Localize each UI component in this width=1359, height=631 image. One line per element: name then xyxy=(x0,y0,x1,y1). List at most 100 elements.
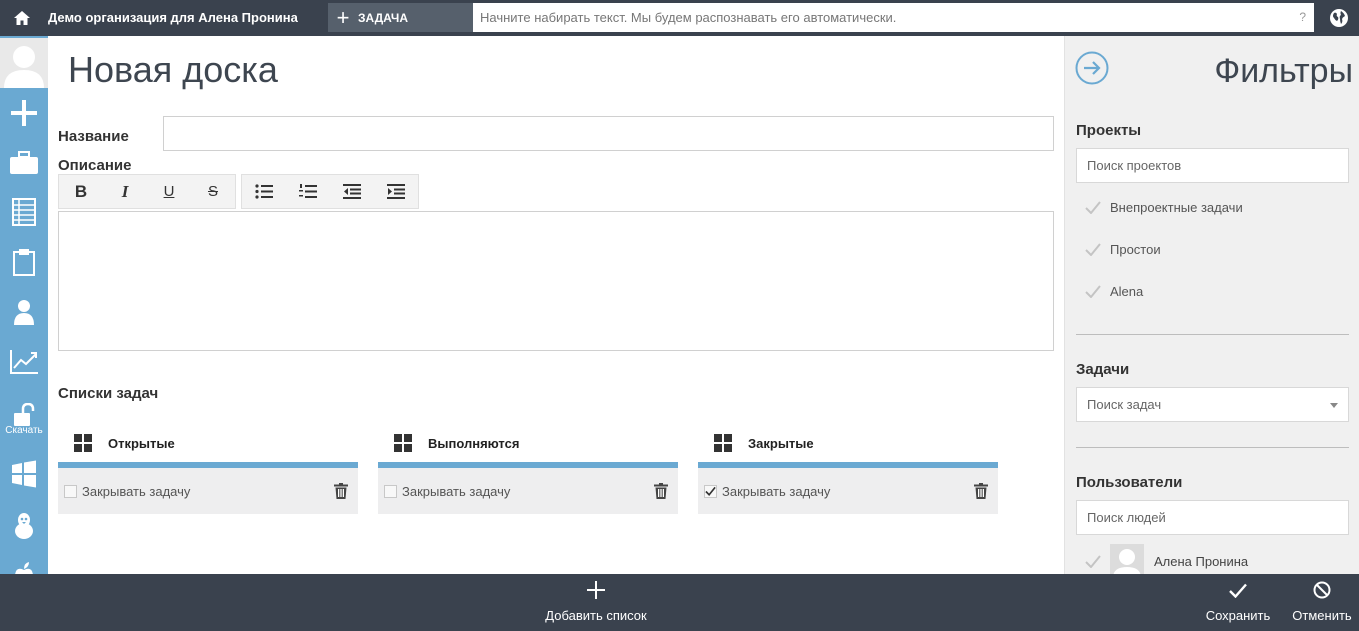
search-input[interactable] xyxy=(473,3,1314,32)
task-search-placeholder: Поиск задач xyxy=(1087,397,1162,412)
list-title[interactable]: Закрытые xyxy=(748,436,814,451)
cancel-icon xyxy=(1313,574,1331,606)
outdent-button[interactable] xyxy=(330,175,374,208)
list-options: Закрывать задачу xyxy=(698,468,998,514)
check-icon xyxy=(1085,242,1101,256)
chart-icon xyxy=(10,350,38,374)
project-filter-label: Внепроектные задачи xyxy=(1110,199,1243,215)
left-sidebar: Скачать xyxy=(0,36,48,574)
description-editor[interactable] xyxy=(58,211,1054,351)
task-search-select[interactable]: Поиск задач xyxy=(1076,387,1349,422)
project-search-input[interactable] xyxy=(1076,148,1349,183)
add-list-label: Добавить список xyxy=(545,608,647,623)
avatar xyxy=(1110,544,1144,574)
organization-title[interactable]: Демо организация для Алена Пронина xyxy=(48,0,298,36)
new-task-button[interactable]: + ЗАДАЧА xyxy=(328,3,473,32)
user-avatar[interactable] xyxy=(0,38,48,88)
user-filter-item[interactable]: Алена Пронина xyxy=(1085,544,1248,574)
checkmark-icon xyxy=(1229,574,1247,606)
person-icon xyxy=(14,300,34,325)
strikethrough-button[interactable]: S xyxy=(191,175,235,208)
project-filter-item[interactable]: Простои xyxy=(1085,239,1161,259)
description-label: Описание xyxy=(58,157,132,174)
tasks-label: Задачи xyxy=(1076,361,1130,378)
list-header[interactable]: Открытые xyxy=(58,424,358,462)
project-filter-item[interactable]: Alena xyxy=(1085,281,1143,301)
divider xyxy=(1076,447,1349,448)
filters-title: Фильтры xyxy=(1214,52,1353,90)
project-filter-item[interactable]: Внепроектные задачи xyxy=(1085,197,1243,217)
page-title: Новая доска xyxy=(68,49,278,90)
windows-icon xyxy=(12,460,36,488)
drag-grid-icon[interactable] xyxy=(58,434,108,452)
indent-button[interactable] xyxy=(374,175,418,208)
close-task-checkbox-checked[interactable] xyxy=(704,484,717,498)
numbered-list-icon xyxy=(299,184,317,198)
name-field[interactable] xyxy=(163,116,1054,151)
close-task-label[interactable]: Закрывать задачу xyxy=(722,484,830,499)
list-title[interactable]: Выполняются xyxy=(428,436,519,451)
list-header[interactable]: Закрытые xyxy=(698,424,998,462)
outdent-icon xyxy=(343,184,361,199)
search-box: ? xyxy=(473,3,1314,32)
sidebar-item-download[interactable]: Скачать xyxy=(0,394,48,444)
drag-grid-icon[interactable] xyxy=(698,434,748,452)
indent-icon xyxy=(387,184,405,199)
drag-grid-icon[interactable] xyxy=(378,434,428,452)
add-list-button[interactable]: Добавить список xyxy=(536,574,656,631)
italic-button[interactable]: I xyxy=(103,175,147,208)
sidebar-item-projects[interactable] xyxy=(0,143,48,183)
close-task-label[interactable]: Закрывать задачу xyxy=(82,484,190,499)
plus-icon: + xyxy=(336,5,350,30)
sidebar-item-apple[interactable] xyxy=(0,554,48,574)
trash-icon[interactable] xyxy=(654,483,668,499)
sidebar-item-add[interactable] xyxy=(0,93,48,133)
linux-icon xyxy=(15,513,33,539)
globe-icon[interactable] xyxy=(1327,6,1351,30)
search-help-icon[interactable]: ? xyxy=(1299,3,1306,32)
people-search-input[interactable] xyxy=(1076,500,1349,535)
project-filter-label: Alena xyxy=(1110,283,1144,299)
save-label: Сохранить xyxy=(1205,608,1271,623)
download-caption: Скачать xyxy=(5,424,43,436)
new-task-label: ЗАДАЧА xyxy=(358,10,409,25)
top-bar: Демо организация для Алена Пронина + ЗАД… xyxy=(0,0,1359,36)
sidebar-item-users[interactable] xyxy=(0,292,48,332)
sidebar-item-sheets[interactable] xyxy=(0,192,48,232)
trash-icon[interactable] xyxy=(334,483,348,499)
bullet-list-button[interactable] xyxy=(242,175,286,208)
filters-panel: Фильтры Проекты Внепроектные задачи Прос… xyxy=(1064,36,1359,574)
project-filter-label: Простои xyxy=(1110,241,1161,257)
list-header[interactable]: Выполняются xyxy=(378,424,678,462)
apple-icon xyxy=(15,562,33,574)
plus-icon xyxy=(11,100,37,126)
clipboard-icon xyxy=(13,249,35,276)
divider xyxy=(1076,334,1349,335)
check-icon xyxy=(1085,284,1101,298)
task-lists-label: Списки задач xyxy=(58,385,159,402)
sidebar-item-reports[interactable] xyxy=(0,342,48,382)
close-task-label[interactable]: Закрывать задачу xyxy=(402,484,510,499)
sidebar-item-tasks[interactable] xyxy=(0,242,48,282)
check-icon xyxy=(1085,200,1101,214)
numbered-list-button[interactable] xyxy=(286,175,330,208)
save-button[interactable]: Сохранить xyxy=(1198,574,1278,631)
bullet-list-icon xyxy=(255,184,273,199)
underline-button[interactable]: U xyxy=(147,175,191,208)
task-list: Открытые Закрывать задачу xyxy=(58,424,358,514)
sidebar-item-linux[interactable] xyxy=(0,506,48,546)
cancel-button[interactable]: Отменить xyxy=(1284,574,1359,631)
list-options: Закрывать задачу xyxy=(378,468,678,514)
close-task-checkbox[interactable] xyxy=(384,484,397,498)
cancel-label: Отменить xyxy=(1292,608,1352,623)
briefcase-icon xyxy=(10,151,38,174)
task-list: Выполняются Закрывать задачу xyxy=(378,424,678,514)
home-icon[interactable] xyxy=(8,6,36,30)
list-title[interactable]: Открытые xyxy=(108,436,175,451)
checkmark-icon xyxy=(705,486,716,496)
close-task-checkbox[interactable] xyxy=(64,484,77,498)
collapse-arrow-icon[interactable] xyxy=(1075,51,1109,85)
sidebar-item-windows[interactable] xyxy=(0,454,48,494)
bold-button[interactable]: B xyxy=(59,175,103,208)
trash-icon[interactable] xyxy=(974,483,988,499)
